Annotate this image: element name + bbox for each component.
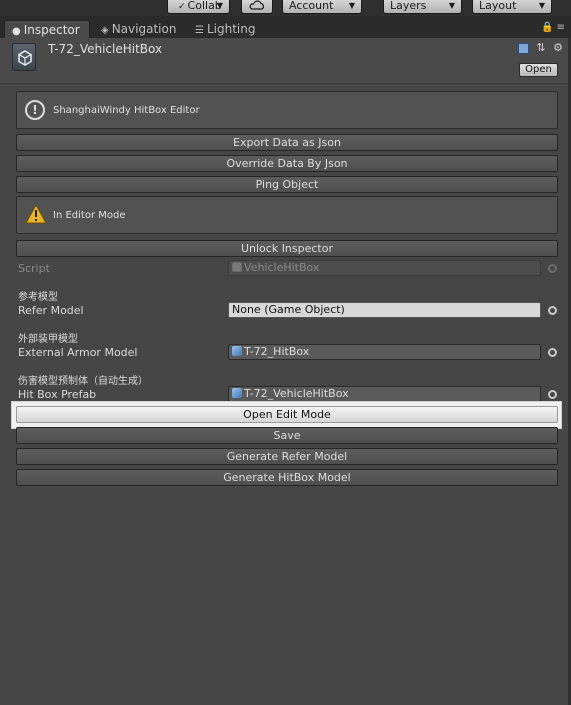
info-text: ShanghaiWindy HitBox Editor	[53, 105, 200, 116]
open-edit-mode-button[interactable]: Open Edit Mode	[16, 406, 558, 423]
settings-sliders-icon[interactable]: ⇅	[536, 41, 545, 54]
hitbox-prefab-field[interactable]: T-72_VehicleHitBox	[228, 386, 541, 402]
cloud-icon	[249, 0, 265, 10]
header-icons: ⇅ ⚙	[514, 41, 563, 54]
prefab-cube-icon	[232, 346, 242, 356]
script-picker-icon	[548, 264, 557, 273]
armor-model-label: External Armor Model	[18, 346, 138, 359]
save-button[interactable]: Save	[16, 427, 558, 444]
armor-model-field[interactable]: T-72_HitBox	[228, 344, 541, 360]
inspector-header: T-72_VehicleHitBox ⇅ ⚙ Open	[0, 38, 571, 83]
menu-icon[interactable]: ≡	[557, 22, 565, 33]
account-dropdown[interactable]: Account ▼	[282, 0, 362, 14]
script-field: VehicleHitBox	[228, 260, 541, 276]
warning-icon	[25, 204, 47, 224]
tab-controls: 🔒 ≡	[541, 22, 565, 33]
layout-label: Layout	[479, 0, 517, 12]
sliders-icon: ☰	[195, 25, 204, 36]
hitbox-prefab-picker-icon[interactable]	[548, 390, 557, 399]
prefab-icon	[12, 43, 36, 71]
refer-section-label: 参考模型	[18, 292, 58, 303]
chevron-down-icon: ▼	[538, 1, 545, 10]
tab-navigation[interactable]: ◈ Navigation	[101, 20, 176, 38]
divider	[0, 83, 571, 84]
gear-icon[interactable]: ⚙	[553, 41, 563, 54]
exclamation-icon: !	[25, 100, 45, 120]
script-icon	[232, 262, 242, 272]
check-icon: ✓	[178, 2, 186, 12]
object-name: T-72_VehicleHitBox	[48, 42, 163, 56]
armor-model-picker-icon[interactable]	[548, 348, 557, 357]
compass-icon: ◈	[101, 25, 109, 36]
override-json-button[interactable]: Override Data By Json	[16, 155, 558, 172]
layers-dropdown[interactable]: Layers ▼	[383, 0, 462, 14]
chevron-down-icon: ▼	[448, 1, 455, 10]
tab-label: Lighting	[206, 22, 256, 36]
book-icon[interactable]	[517, 42, 529, 54]
warning-text: In Editor Mode	[53, 210, 126, 221]
armor-section-label: 外部装甲模型	[18, 334, 78, 345]
armor-model-value: T-72_HitBox	[244, 345, 310, 358]
lock-icon[interactable]: 🔒	[541, 22, 553, 33]
prefab-section-label: 伤害模型预制体（自动生成）	[18, 376, 148, 387]
info-helpbox: ! ShanghaiWindy HitBox Editor	[16, 91, 558, 129]
refer-model-picker-icon[interactable]	[548, 306, 557, 315]
generate-refer-model-button[interactable]: Generate Refer Model	[16, 448, 558, 465]
ping-object-button[interactable]: Ping Object	[16, 176, 558, 193]
tab-label: Navigation	[111, 22, 177, 36]
generate-hitbox-model-button[interactable]: Generate HitBox Model	[16, 469, 558, 486]
layout-dropdown[interactable]: Layout ▼	[472, 0, 552, 14]
account-label: Account	[289, 0, 334, 12]
cloud-button[interactable]	[241, 0, 273, 14]
chevron-down-icon: ▼	[216, 1, 223, 10]
unlock-inspector-button[interactable]: Unlock Inspector	[16, 240, 558, 257]
open-button[interactable]: Open	[519, 63, 558, 77]
warning-helpbox: In Editor Mode	[16, 196, 558, 234]
refer-model-label: Refer Model	[18, 304, 84, 317]
layers-label: Layers	[390, 0, 427, 12]
script-value: VehicleHitBox	[244, 261, 320, 274]
tab-lighting[interactable]: ☰ Lighting	[195, 20, 255, 38]
hitbox-prefab-value: T-72_VehicleHitBox	[244, 387, 349, 400]
tab-inspector[interactable]: ● Inspector	[4, 20, 90, 38]
top-toolbar: ✓ Collab ▼ Account ▼ Layers ▼ Layout ▼	[0, 0, 571, 16]
collab-dropdown[interactable]: ✓ Collab ▼	[167, 0, 230, 14]
tab-strip: ● Inspector ◈ Navigation ☰ Lighting 🔒 ≡	[0, 16, 571, 38]
refer-model-value: None (Game Object)	[232, 303, 345, 316]
chevron-down-icon: ▼	[348, 1, 355, 10]
info-icon: ●	[12, 26, 21, 37]
export-json-button[interactable]: Export Data as Json	[16, 134, 558, 151]
refer-model-field[interactable]: None (Game Object)	[228, 302, 541, 318]
prefab-cube-icon	[232, 388, 242, 398]
hitbox-prefab-label: Hit Box Prefab	[18, 388, 97, 401]
tab-label: Inspector	[23, 23, 80, 37]
script-label: Script	[18, 262, 50, 275]
